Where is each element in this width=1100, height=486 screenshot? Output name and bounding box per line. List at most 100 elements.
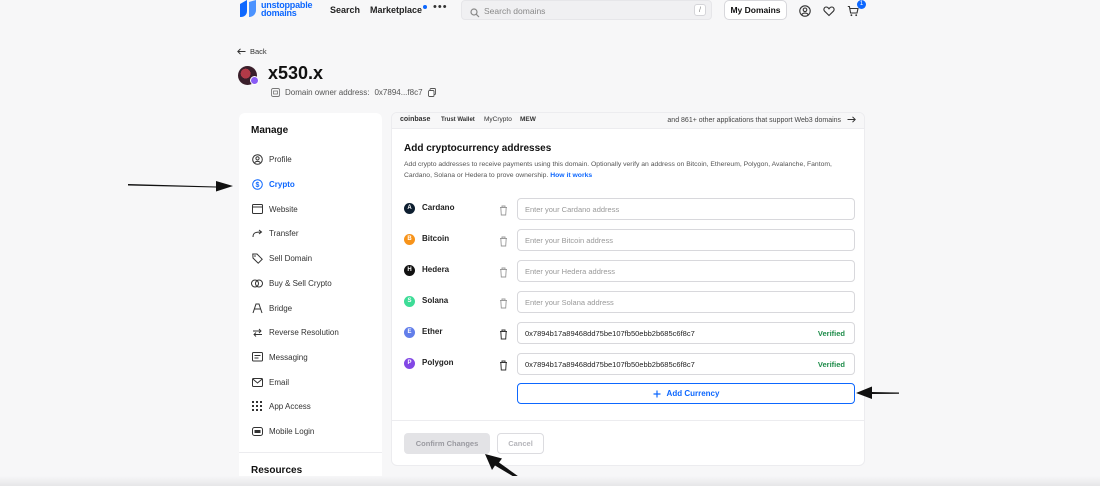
email-icon — [251, 376, 263, 388]
search-shortcut-key: / — [694, 4, 706, 16]
trash-icon[interactable] — [499, 327, 508, 345]
trash-icon[interactable] — [499, 265, 508, 283]
sidebar-item-label: Buy & Sell Crypto — [269, 278, 332, 288]
other-apps-label: and 861+ other applications that support… — [667, 117, 842, 124]
currency-row-polygon: P Polygon 0x7894b17a89468dd75be107fb50eb… — [404, 353, 855, 375]
how-it-works-link[interactable]: How it works — [550, 172, 592, 179]
add-currency-label: Add Currency — [666, 389, 720, 398]
sidebar-item-reverse-resolution[interactable]: Reverse Resolution — [251, 324, 339, 340]
my-domains-button[interactable]: My Domains — [724, 0, 787, 20]
manage-sidebar: Manage Profile $ Crypto Website Transfer… — [239, 113, 382, 486]
cardano-icon: A — [404, 203, 415, 214]
crypto-addresses-card: coinbase Trust Wallet MyCrypto MEW and 8… — [391, 112, 865, 466]
annotation-arrow-add-currency — [856, 386, 899, 399]
mycrypto-logo: MyCrypto — [484, 116, 512, 123]
sidebar-item-crypto[interactable]: $ Crypto — [251, 176, 295, 192]
card-footer-divider — [392, 420, 864, 421]
owner-label: Domain owner address: — [285, 88, 370, 97]
trust-wallet-logo: Trust Wallet — [441, 117, 475, 123]
sidebar-item-email[interactable]: Email — [251, 374, 289, 390]
nav-search-link[interactable]: Search — [330, 5, 360, 15]
back-label: Back — [250, 47, 267, 56]
sidebar-item-label: Transfer — [269, 228, 299, 238]
bottom-edge-shade — [0, 476, 1100, 486]
search-domains-input[interactable]: Search domains / — [461, 0, 712, 20]
card-description-text: Add crypto addresses to receive payments… — [404, 161, 832, 179]
sidebar-item-label: Reverse Resolution — [269, 327, 339, 337]
currency-name: Hedera — [422, 265, 450, 274]
sidebar-item-label: Mobile Login — [269, 426, 315, 436]
search-placeholder: Search domains — [484, 6, 546, 16]
bitcoin-address-input[interactable]: Enter your Bitcoin address — [517, 229, 855, 251]
sidebar-item-buy-sell-crypto[interactable]: Buy & Sell Crypto — [251, 275, 332, 291]
trash-icon[interactable] — [499, 203, 508, 221]
ether-icon: E — [404, 327, 415, 338]
currency-row-cardano: A Cardano Enter your Cardano address — [404, 198, 855, 220]
nav-marketplace-link[interactable]: Marketplace — [370, 5, 428, 15]
sidebar-item-website[interactable]: Website — [251, 201, 298, 217]
account-icon[interactable] — [799, 4, 811, 22]
coins-icon — [251, 277, 263, 289]
sidebar-item-label: Sell Domain — [269, 253, 313, 263]
sidebar-item-profile[interactable]: Profile — [251, 151, 292, 167]
currency-row-bitcoin: B Bitcoin Enter your Bitcoin address — [404, 229, 855, 251]
trash-icon[interactable] — [499, 296, 508, 314]
copy-icon[interactable] — [427, 88, 436, 97]
logo-mark-icon — [240, 0, 257, 18]
hedera-icon: H — [404, 265, 415, 276]
bitcoin-icon: B — [404, 234, 415, 245]
card-description: Add crypto addresses to receive payments… — [404, 159, 844, 181]
sidebar-item-label: App Access — [269, 401, 311, 411]
owner-address: 0x7894...f8c7 — [374, 88, 423, 97]
sidebar-item-bridge[interactable]: Bridge — [251, 300, 292, 316]
currency-row-ether: E Ether 0x7894b17a89468dd75be107fb50ebb2… — [404, 322, 855, 344]
avatar-badge-icon — [250, 76, 259, 85]
card-title: Add cryptocurrency addresses — [404, 143, 552, 154]
swap-icon — [251, 326, 263, 338]
unstoppable-domains-logo[interactable]: unstoppable domains — [240, 0, 313, 18]
search-icon — [470, 5, 480, 23]
currency-name: Polygon — [422, 358, 454, 367]
currency-row-solana: S Solana Enter your Solana address — [404, 291, 855, 313]
polygon-address-input[interactable]: 0x7894b17a89468dd75be107fb50ebb2b685c6f8… — [517, 353, 855, 375]
ether-address-input[interactable]: 0x7894b17a89468dd75be107fb50ebb2b685c6f8… — [517, 322, 855, 344]
address-placeholder: Enter your Cardano address — [525, 205, 620, 214]
trash-icon[interactable] — [499, 358, 508, 376]
nav-marketplace-label: Marketplace — [370, 5, 423, 15]
sidebar-item-label: Profile — [269, 154, 292, 164]
new-badge-dot — [423, 5, 428, 9]
bridge-icon — [251, 302, 263, 314]
sidebar-item-messaging[interactable]: Messaging — [251, 349, 308, 365]
sidebar-item-sell-domain[interactable]: Sell Domain — [251, 250, 312, 266]
logo-line-2: domains — [261, 8, 297, 18]
sidebar-item-app-access[interactable]: App Access — [251, 398, 311, 414]
solana-icon: S — [404, 296, 415, 307]
confirm-changes-button[interactable]: Confirm Changes — [404, 433, 490, 454]
currency-row-hedera: H Hedera Enter your Hedera address — [404, 260, 855, 282]
manage-title: Manage — [251, 125, 289, 136]
sidebar-divider — [239, 452, 382, 453]
back-link[interactable]: Back — [237, 47, 267, 56]
heart-icon[interactable] — [823, 4, 835, 22]
supported-wallets-bar: coinbase Trust Wallet MyCrypto MEW and 8… — [392, 113, 864, 129]
hedera-address-input[interactable]: Enter your Hedera address — [517, 260, 855, 282]
solana-address-input[interactable]: Enter your Solana address — [517, 291, 855, 313]
crypto-icon: $ — [251, 178, 263, 190]
top-navigation-bar: unstoppable domains Search Marketplace •… — [0, 0, 1100, 22]
sidebar-item-transfer[interactable]: Transfer — [251, 225, 299, 241]
cart-count-badge: 1 — [857, 0, 866, 9]
website-icon — [251, 203, 263, 215]
resources-title: Resources — [251, 465, 303, 476]
currency-name: Cardano — [422, 203, 455, 212]
other-apps-link[interactable]: and 861+ other applications that support… — [667, 116, 856, 124]
wallet-icon — [271, 88, 280, 97]
trash-icon[interactable] — [499, 234, 508, 252]
verified-badge: Verified — [817, 329, 845, 338]
more-menu-button[interactable]: ••• — [433, 1, 448, 13]
svg-text:$: $ — [255, 182, 259, 189]
add-currency-button[interactable]: Add Currency — [517, 383, 855, 404]
cardano-address-input[interactable]: Enter your Cardano address — [517, 198, 855, 220]
sidebar-item-mobile-login[interactable]: Mobile Login — [251, 423, 314, 439]
address-placeholder: Enter your Solana address — [525, 298, 614, 307]
mew-logo: MEW — [520, 116, 536, 123]
